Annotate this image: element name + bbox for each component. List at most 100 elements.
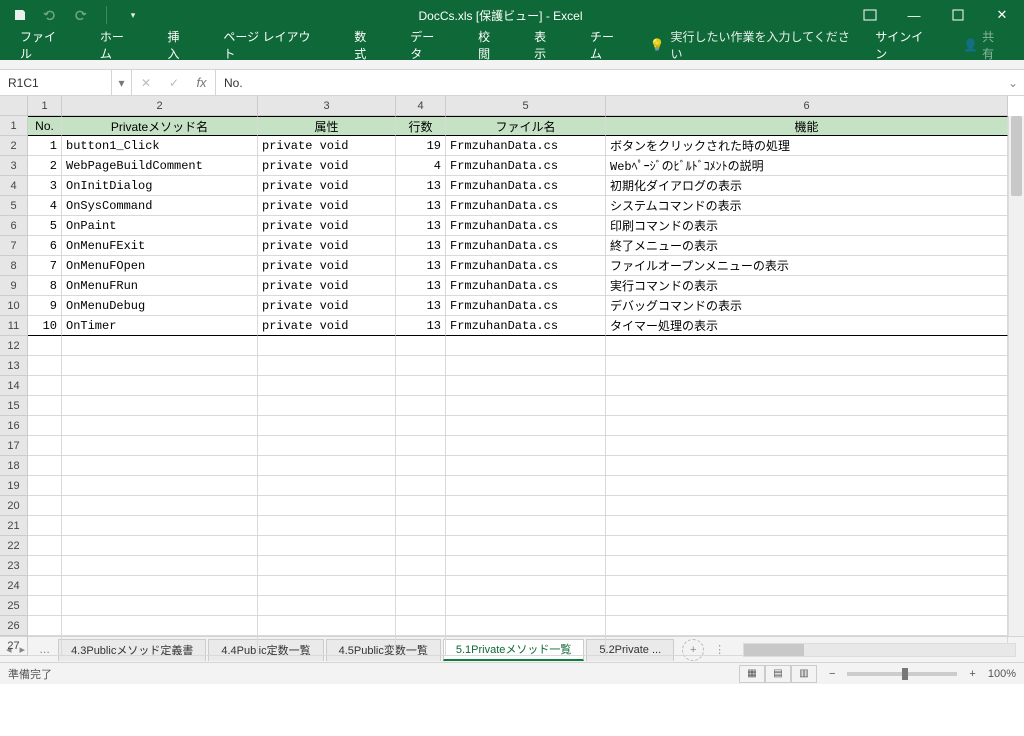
cell[interactable]: デバッグコマンドの表示 [606, 296, 1008, 316]
cell[interactable] [606, 456, 1008, 476]
cell[interactable] [446, 396, 606, 416]
cancel-formula-icon[interactable]: ✕ [132, 70, 160, 95]
undo-icon[interactable] [42, 7, 58, 23]
cell[interactable] [446, 556, 606, 576]
cell[interactable]: private void [258, 236, 396, 256]
cell[interactable] [396, 456, 446, 476]
cell[interactable]: ボタンをクリックされた時の処理 [606, 136, 1008, 156]
cell[interactable]: private void [258, 136, 396, 156]
row-header[interactable]: 16 [0, 416, 28, 436]
cell[interactable] [396, 536, 446, 556]
cell[interactable]: FrmzuhanData.cs [446, 216, 606, 236]
ribbon-display-icon[interactable] [848, 0, 892, 30]
cell[interactable]: private void [258, 156, 396, 176]
cell[interactable] [396, 516, 446, 536]
cell[interactable]: private void [258, 176, 396, 196]
col-header[interactable]: 5 [446, 96, 606, 116]
cell[interactable] [28, 516, 62, 536]
tab-formulas[interactable]: 数式 [338, 30, 394, 60]
vertical-scrollbar[interactable] [1008, 116, 1024, 636]
zoom-slider[interactable] [847, 672, 957, 676]
insert-function-icon[interactable]: fx [188, 70, 216, 95]
cell[interactable] [606, 596, 1008, 616]
cell[interactable] [396, 376, 446, 396]
cell[interactable]: 9 [28, 296, 62, 316]
cell[interactable] [396, 616, 446, 636]
formula-input[interactable]: No. [216, 70, 1002, 95]
cell[interactable]: FrmzuhanData.cs [446, 316, 606, 336]
col-header[interactable]: 6 [606, 96, 1008, 116]
cell[interactable] [258, 576, 396, 596]
cell[interactable] [396, 436, 446, 456]
cell[interactable] [62, 456, 258, 476]
namebox-dropdown-icon[interactable]: ▾ [112, 70, 132, 95]
cell[interactable] [258, 376, 396, 396]
cell[interactable] [396, 636, 446, 656]
cell[interactable] [258, 396, 396, 416]
header-cell[interactable]: 行数 [396, 116, 446, 136]
enter-formula-icon[interactable]: ✓ [160, 70, 188, 95]
cell[interactable] [258, 556, 396, 576]
qat-customize-icon[interactable]: ▾ [125, 7, 141, 23]
tab-view[interactable]: 表示 [518, 30, 574, 60]
cell[interactable] [606, 516, 1008, 536]
cell[interactable] [396, 476, 446, 496]
cell[interactable]: 4 [396, 156, 446, 176]
cell[interactable] [28, 496, 62, 516]
normal-view-icon[interactable]: ▦ [739, 665, 765, 683]
cell[interactable] [258, 636, 396, 656]
row-header[interactable]: 17 [0, 436, 28, 456]
cell[interactable] [28, 356, 62, 376]
cell[interactable]: 1 [28, 136, 62, 156]
row-header[interactable]: 13 [0, 356, 28, 376]
cell[interactable] [62, 396, 258, 416]
cell[interactable]: OnMenuDebug [62, 296, 258, 316]
cell[interactable] [28, 476, 62, 496]
cell[interactable] [606, 556, 1008, 576]
scroll-thumb[interactable] [1011, 116, 1022, 196]
redo-icon[interactable] [72, 7, 88, 23]
cell[interactable] [62, 596, 258, 616]
cell[interactable]: private void [258, 316, 396, 336]
col-header[interactable]: 1 [28, 96, 62, 116]
row-header[interactable]: 25 [0, 596, 28, 616]
save-icon[interactable] [12, 7, 28, 23]
cell[interactable]: FrmzuhanData.cs [446, 156, 606, 176]
cell[interactable] [606, 616, 1008, 636]
horizontal-scrollbar[interactable] [743, 643, 1016, 657]
header-cell[interactable]: Privateメソッド名 [62, 116, 258, 136]
cell[interactable]: WebPageBuildComment [62, 156, 258, 176]
cell[interactable] [396, 396, 446, 416]
cell[interactable] [28, 536, 62, 556]
row-header[interactable]: 19 [0, 476, 28, 496]
cell[interactable] [446, 376, 606, 396]
cell[interactable] [446, 456, 606, 476]
cell[interactable]: 8 [28, 276, 62, 296]
cell[interactable]: タイマー処理の表示 [606, 316, 1008, 336]
cell[interactable] [606, 476, 1008, 496]
tab-insert[interactable]: 挿入 [151, 30, 207, 60]
row-header[interactable]: 18 [0, 456, 28, 476]
cell[interactable] [446, 636, 606, 656]
cell[interactable] [606, 576, 1008, 596]
cell[interactable] [396, 416, 446, 436]
cell[interactable]: OnInitDialog [62, 176, 258, 196]
cell[interactable] [62, 416, 258, 436]
cell[interactable]: private void [258, 196, 396, 216]
cell[interactable] [28, 556, 62, 576]
page-break-view-icon[interactable]: ▥ [791, 665, 817, 683]
page-layout-view-icon[interactable]: ▤ [765, 665, 791, 683]
cell[interactable] [258, 356, 396, 376]
share-button[interactable]: 👤 共有 [949, 28, 1020, 62]
cell[interactable] [606, 376, 1008, 396]
zoom-in-icon[interactable]: + [969, 668, 975, 680]
cell[interactable] [606, 436, 1008, 456]
cell[interactable]: 終了メニューの表示 [606, 236, 1008, 256]
cell[interactable] [446, 476, 606, 496]
zoom-thumb[interactable] [902, 668, 908, 680]
tab-review[interactable]: 校閲 [462, 30, 518, 60]
cell[interactable]: private void [258, 256, 396, 276]
cell[interactable] [606, 396, 1008, 416]
row-header[interactable]: 10 [0, 296, 28, 316]
cell[interactable]: 13 [396, 216, 446, 236]
